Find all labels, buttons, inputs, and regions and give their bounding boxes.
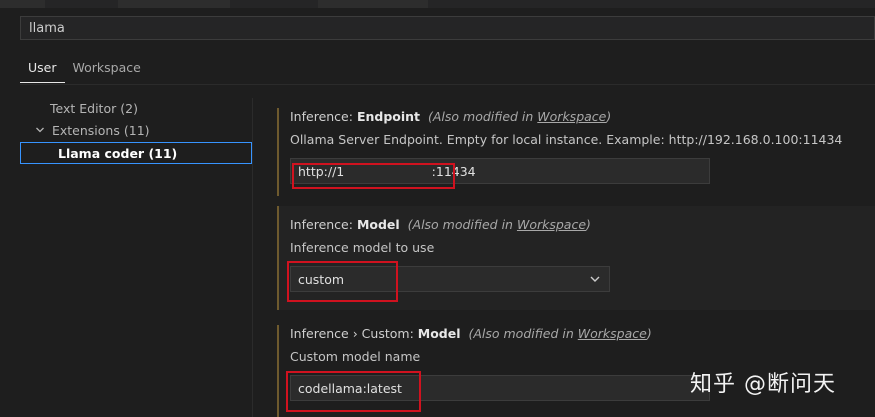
tabs-divider	[20, 84, 875, 85]
toc-item-count: (2)	[120, 101, 138, 116]
toc-item-extensions[interactable]: Extensions (11)	[20, 120, 252, 142]
settings-search-box[interactable]	[20, 16, 875, 40]
modified-indicator	[277, 325, 279, 417]
title-bar-strip	[0, 0, 875, 8]
model-select-value: custom	[298, 271, 345, 287]
tab-user[interactable]: User	[20, 54, 65, 83]
toc-item-llama-coder[interactable]: Llama coder (11)	[20, 142, 252, 164]
title-bar-segment	[0, 0, 45, 8]
title-bar-segment	[118, 0, 230, 8]
title-bar-segment	[318, 0, 428, 8]
modified-indicator	[277, 108, 279, 196]
setting-inference-endpoint: Inference: Endpoint (Also modified in Wo…	[277, 108, 875, 196]
model-select[interactable]: custom	[290, 266, 610, 292]
modified-prefix: (Also modified in	[427, 109, 538, 124]
setting-title: Inference: Model (Also modified in Works…	[290, 216, 875, 234]
settings-scope-tabs: User Workspace	[20, 54, 149, 83]
chevron-down-icon	[589, 273, 601, 285]
custom-model-input-box[interactable]	[290, 375, 710, 401]
setting-name: Model	[417, 326, 461, 341]
modified-suffix: )	[586, 217, 591, 232]
setting-category: Inference › Custom:	[290, 326, 418, 341]
setting-description: Inference model to use	[290, 240, 435, 255]
chevron-down-icon[interactable]	[32, 121, 48, 143]
toc-item-label: Llama coder	[58, 146, 145, 161]
setting-name: Endpoint	[356, 109, 421, 124]
toc-item-count: (11)	[148, 146, 178, 161]
toc-item-text-editor[interactable]: Text Editor (2)	[20, 98, 252, 120]
toc-divider	[252, 98, 253, 417]
toc-item-label: Text Editor	[50, 101, 117, 116]
setting-description: Ollama Server Endpoint. Empty for local …	[290, 132, 843, 147]
toc-item-label: Extensions	[51, 123, 120, 138]
tab-workspace[interactable]: Workspace	[65, 54, 149, 83]
settings-table-of-contents: Text Editor (2) Extensions (11) Llama co…	[20, 98, 252, 164]
modified-suffix: )	[606, 109, 612, 124]
setting-description: Custom model name	[290, 349, 421, 364]
setting-inference-model: Inference: Model (Also modified in Works…	[277, 206, 875, 310]
endpoint-input-box[interactable]	[290, 158, 710, 184]
setting-title: Inference › Custom: Model (Also modified…	[290, 325, 875, 343]
setting-title: Inference: Endpoint (Also modified in Wo…	[290, 108, 875, 126]
toc-item-count: (11)	[123, 123, 150, 138]
modified-indicator	[277, 206, 279, 310]
endpoint-input[interactable]	[291, 162, 709, 180]
workspace-link[interactable]: Workspace	[517, 217, 586, 232]
modified-elsewhere-note: (Also modified in Workspace)	[428, 109, 611, 124]
workspace-link[interactable]: Workspace	[578, 326, 647, 341]
custom-model-input[interactable]	[291, 379, 709, 397]
settings-search-input[interactable]	[27, 19, 874, 37]
modified-elsewhere-note: (Also modified in Workspace)	[408, 217, 591, 232]
workspace-link[interactable]: Workspace	[537, 109, 606, 124]
setting-name: Model	[356, 217, 400, 232]
modified-suffix: )	[646, 326, 652, 341]
setting-category: Inference:	[290, 217, 357, 232]
setting-category: Inference:	[290, 109, 357, 124]
watermark: 知乎 @断问天	[690, 372, 836, 397]
modified-elsewhere-note: (Also modified in Workspace)	[468, 326, 651, 341]
modified-prefix: (Also modified in	[468, 326, 578, 341]
modified-prefix: (Also modified in	[407, 217, 517, 232]
